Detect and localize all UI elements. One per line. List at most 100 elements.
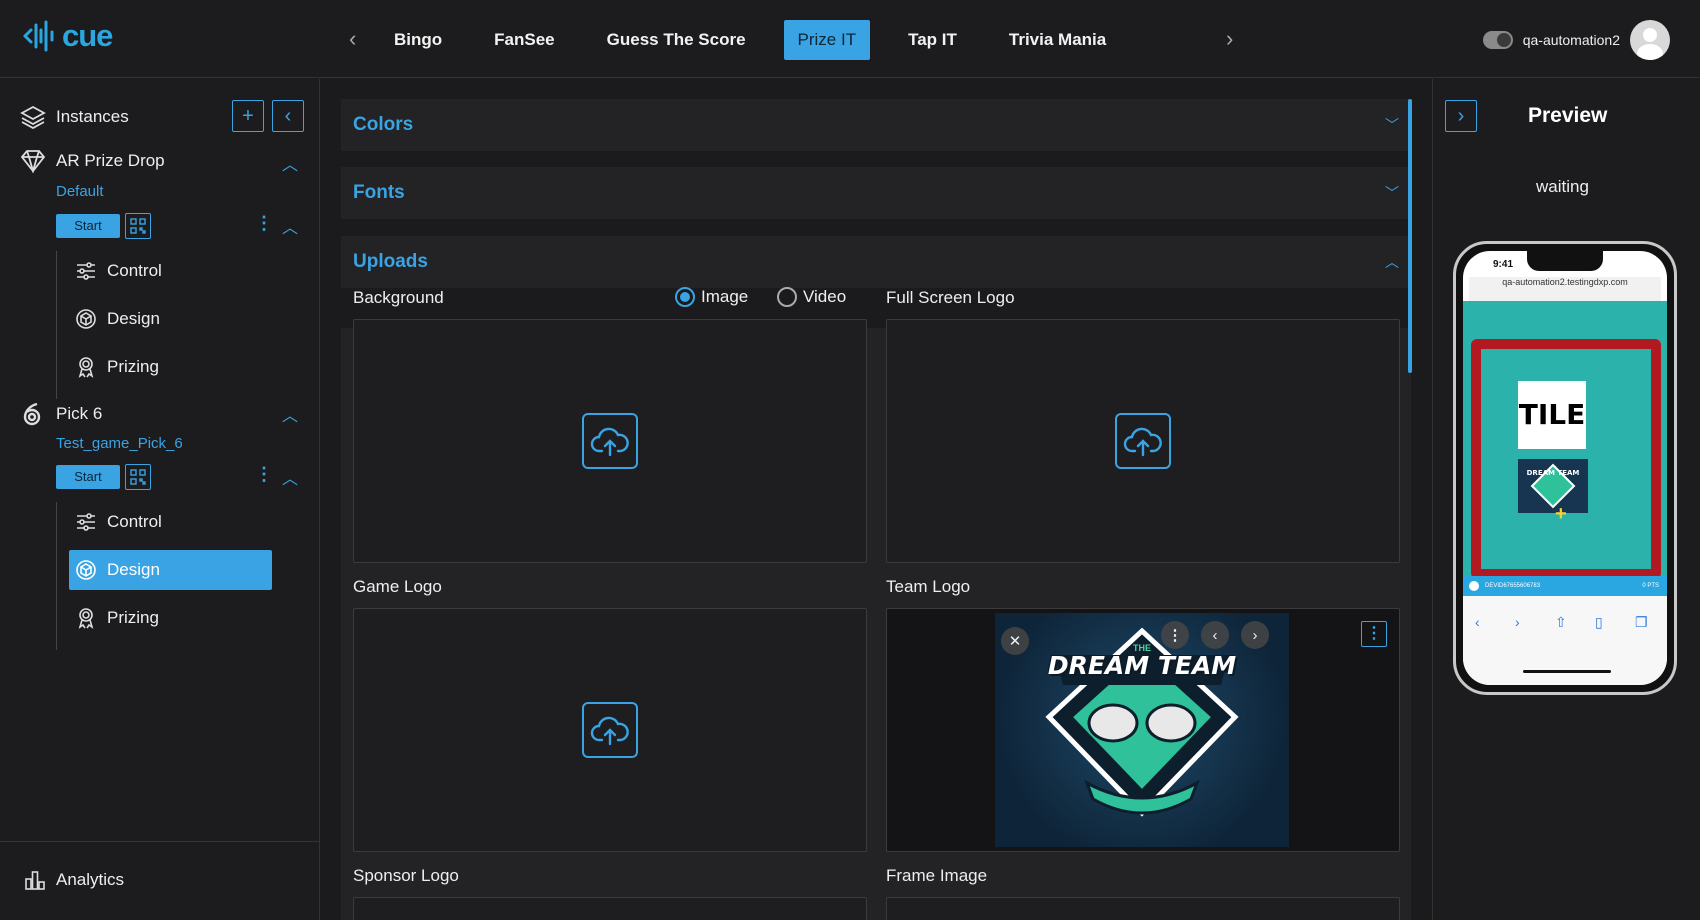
uploads-body: Background Image Video Full Screen Logo … (341, 287, 1411, 920)
tabs-prev-arrow-icon[interactable]: ‹ (349, 26, 356, 52)
panel-title: Fonts (353, 182, 405, 203)
chevron-up-icon[interactable]: ︿ (282, 402, 298, 426)
back-icon[interactable]: ‹ (1475, 614, 1480, 630)
sponsor-logo-dropzone[interactable] (353, 897, 867, 920)
tab-prize-it[interactable]: Prize IT (783, 20, 871, 60)
upload-cloud-icon[interactable] (1115, 413, 1171, 469)
player-bar: DEVID67655606783 0 PTS (1463, 576, 1667, 596)
background-dropzone[interactable] (353, 319, 867, 563)
home-indicator (1523, 670, 1611, 673)
full-screen-logo-dropzone[interactable] (886, 319, 1400, 563)
phone-time: 9:41 (1493, 259, 1514, 270)
chevron-left-icon[interactable]: ‹ (1201, 621, 1229, 649)
more-options-icon[interactable]: ⋮ (1161, 621, 1189, 649)
chevron-up-icon[interactable]: ︿ (282, 214, 298, 238)
tile-card: TILE (1518, 381, 1586, 449)
tab-bingo[interactable]: Bingo (380, 20, 456, 60)
menu-item-label: Prizing (107, 357, 159, 376)
menu-item-prizing[interactable]: Prizing (69, 347, 272, 387)
theme-toggle[interactable] (1482, 31, 1513, 49)
collapse-preview-button[interactable]: › (1445, 100, 1477, 132)
frame-image-dropzone[interactable] (886, 897, 1400, 920)
team-logo-image: THE DREAM TEAM ✕ ⋮ ‹ › (995, 613, 1289, 847)
radio-label: Video (803, 287, 847, 306)
bar-chart-icon (25, 871, 45, 890)
collapse-sidebar-button[interactable]: ‹ (272, 100, 304, 132)
menu-item-label: Control (107, 512, 162, 531)
game-logo-dropzone[interactable] (353, 608, 867, 852)
background-label: Background (353, 288, 444, 307)
tree-line (56, 251, 57, 399)
colors-accordion[interactable]: Colors ﹀ (341, 99, 1411, 151)
menu-item-control[interactable]: Control (69, 502, 272, 542)
analytics-link[interactable]: Analytics (24, 869, 124, 891)
game-preview[interactable]: TILE DREAM TEAM + (1463, 301, 1667, 579)
player-id: DEVID67655606783 (1485, 583, 1541, 589)
chevron-up-icon[interactable]: ︿ (282, 151, 298, 175)
user-menu: qa-automation2 (1482, 20, 1670, 60)
game-tabs: Bingo FanSee Guess The Score Prize IT Ta… (380, 20, 1144, 60)
bookmarks-icon[interactable]: ▯ (1595, 614, 1603, 631)
avatar[interactable] (1630, 20, 1670, 60)
add-icon[interactable]: + (1555, 503, 1567, 526)
tree-line (56, 502, 57, 650)
team-logo-label: Team Logo (886, 577, 971, 596)
award-icon (78, 608, 94, 629)
phone-screen: 9:41 qa-automation2.testingdxp.com TILE … (1463, 251, 1667, 685)
close-icon[interactable]: ✕ (1001, 627, 1029, 655)
chevron-left-icon: ‹ (284, 104, 292, 127)
chevron-right-icon[interactable]: › (1241, 621, 1269, 649)
upload-cloud-icon[interactable] (582, 413, 638, 469)
tabs-icon[interactable]: ❐ (1635, 614, 1648, 631)
frame-image-label: Frame Image (886, 866, 988, 885)
tab-trivia-mania[interactable]: Trivia Mania (995, 20, 1120, 60)
team-logo-dropzone[interactable]: THE DREAM TEAM ✕ ⋮ ‹ › ⋮ (886, 608, 1400, 852)
radio-video[interactable]: Video (777, 287, 846, 307)
menu-item-design[interactable]: Design (69, 550, 272, 590)
phone-notch (1527, 251, 1603, 271)
qr-code-button[interactable] (125, 213, 151, 239)
team-logo-main-text: DREAM TEAM (1047, 651, 1237, 680)
start-button[interactable]: Start (56, 214, 120, 238)
team-logo-menu-button[interactable]: ⋮ (1361, 621, 1387, 647)
chevron-up-icon[interactable]: ︿ (282, 465, 298, 489)
tab-tap-it[interactable]: Tap IT (894, 20, 971, 60)
more-options-icon[interactable]: ⋮ (255, 213, 273, 234)
phone-url-bar: qa-automation2.testingdxp.com (1469, 277, 1661, 301)
instance-pick-6[interactable]: Pick 6 (20, 401, 102, 427)
menu-item-prizing[interactable]: Prizing (69, 598, 272, 638)
more-options-icon[interactable]: ⋮ (255, 464, 273, 485)
menu-item-control[interactable]: Control (69, 251, 272, 291)
plus-icon: + (242, 104, 254, 127)
forward-icon[interactable]: › (1515, 614, 1520, 630)
panel-title: Colors (353, 114, 414, 135)
instance-ar-prize-drop[interactable]: AR Prize Drop (20, 149, 165, 173)
qr-code-icon (130, 218, 146, 234)
sidebar-divider (0, 841, 320, 842)
menu-item-label: Prizing (107, 608, 159, 627)
instance-subtitle[interactable]: Default (56, 183, 104, 200)
cue-logo[interactable]: cue (22, 18, 113, 54)
tab-guess-the-score[interactable]: Guess The Score (593, 20, 760, 60)
instance-subtitle[interactable]: Test_game_Pick_6 (56, 435, 183, 452)
pick6-logo-icon (23, 402, 41, 426)
radio-selected (675, 287, 695, 307)
start-button[interactable]: Start (56, 465, 120, 489)
add-instance-button[interactable]: + (232, 100, 264, 132)
menu-item-design[interactable]: Design (69, 299, 272, 339)
tabs-next-arrow-icon[interactable]: › (1226, 26, 1233, 52)
upload-cloud-icon[interactable] (582, 702, 638, 758)
share-icon[interactable]: ⇧ (1555, 614, 1567, 631)
radio-image[interactable]: Image (675, 287, 748, 307)
phone-mockup: 9:41 qa-automation2.testingdxp.com TILE … (1453, 241, 1677, 695)
radio-unselected (777, 287, 797, 307)
fonts-accordion[interactable]: Fonts ﹀ (341, 167, 1411, 219)
tab-fansee[interactable]: FanSee (480, 20, 568, 60)
scrollbar[interactable] (1408, 99, 1412, 373)
phone-url: qa-automation2.testingdxp.com (1502, 277, 1628, 287)
qr-code-button[interactable] (125, 464, 151, 490)
uploads-accordion[interactable]: Uploads ︿ (341, 236, 1411, 288)
game-logo-label: Game Logo (353, 577, 442, 596)
sponsor-logo-label: Sponsor Logo (353, 866, 459, 885)
preview-status: waiting (1536, 177, 1589, 196)
